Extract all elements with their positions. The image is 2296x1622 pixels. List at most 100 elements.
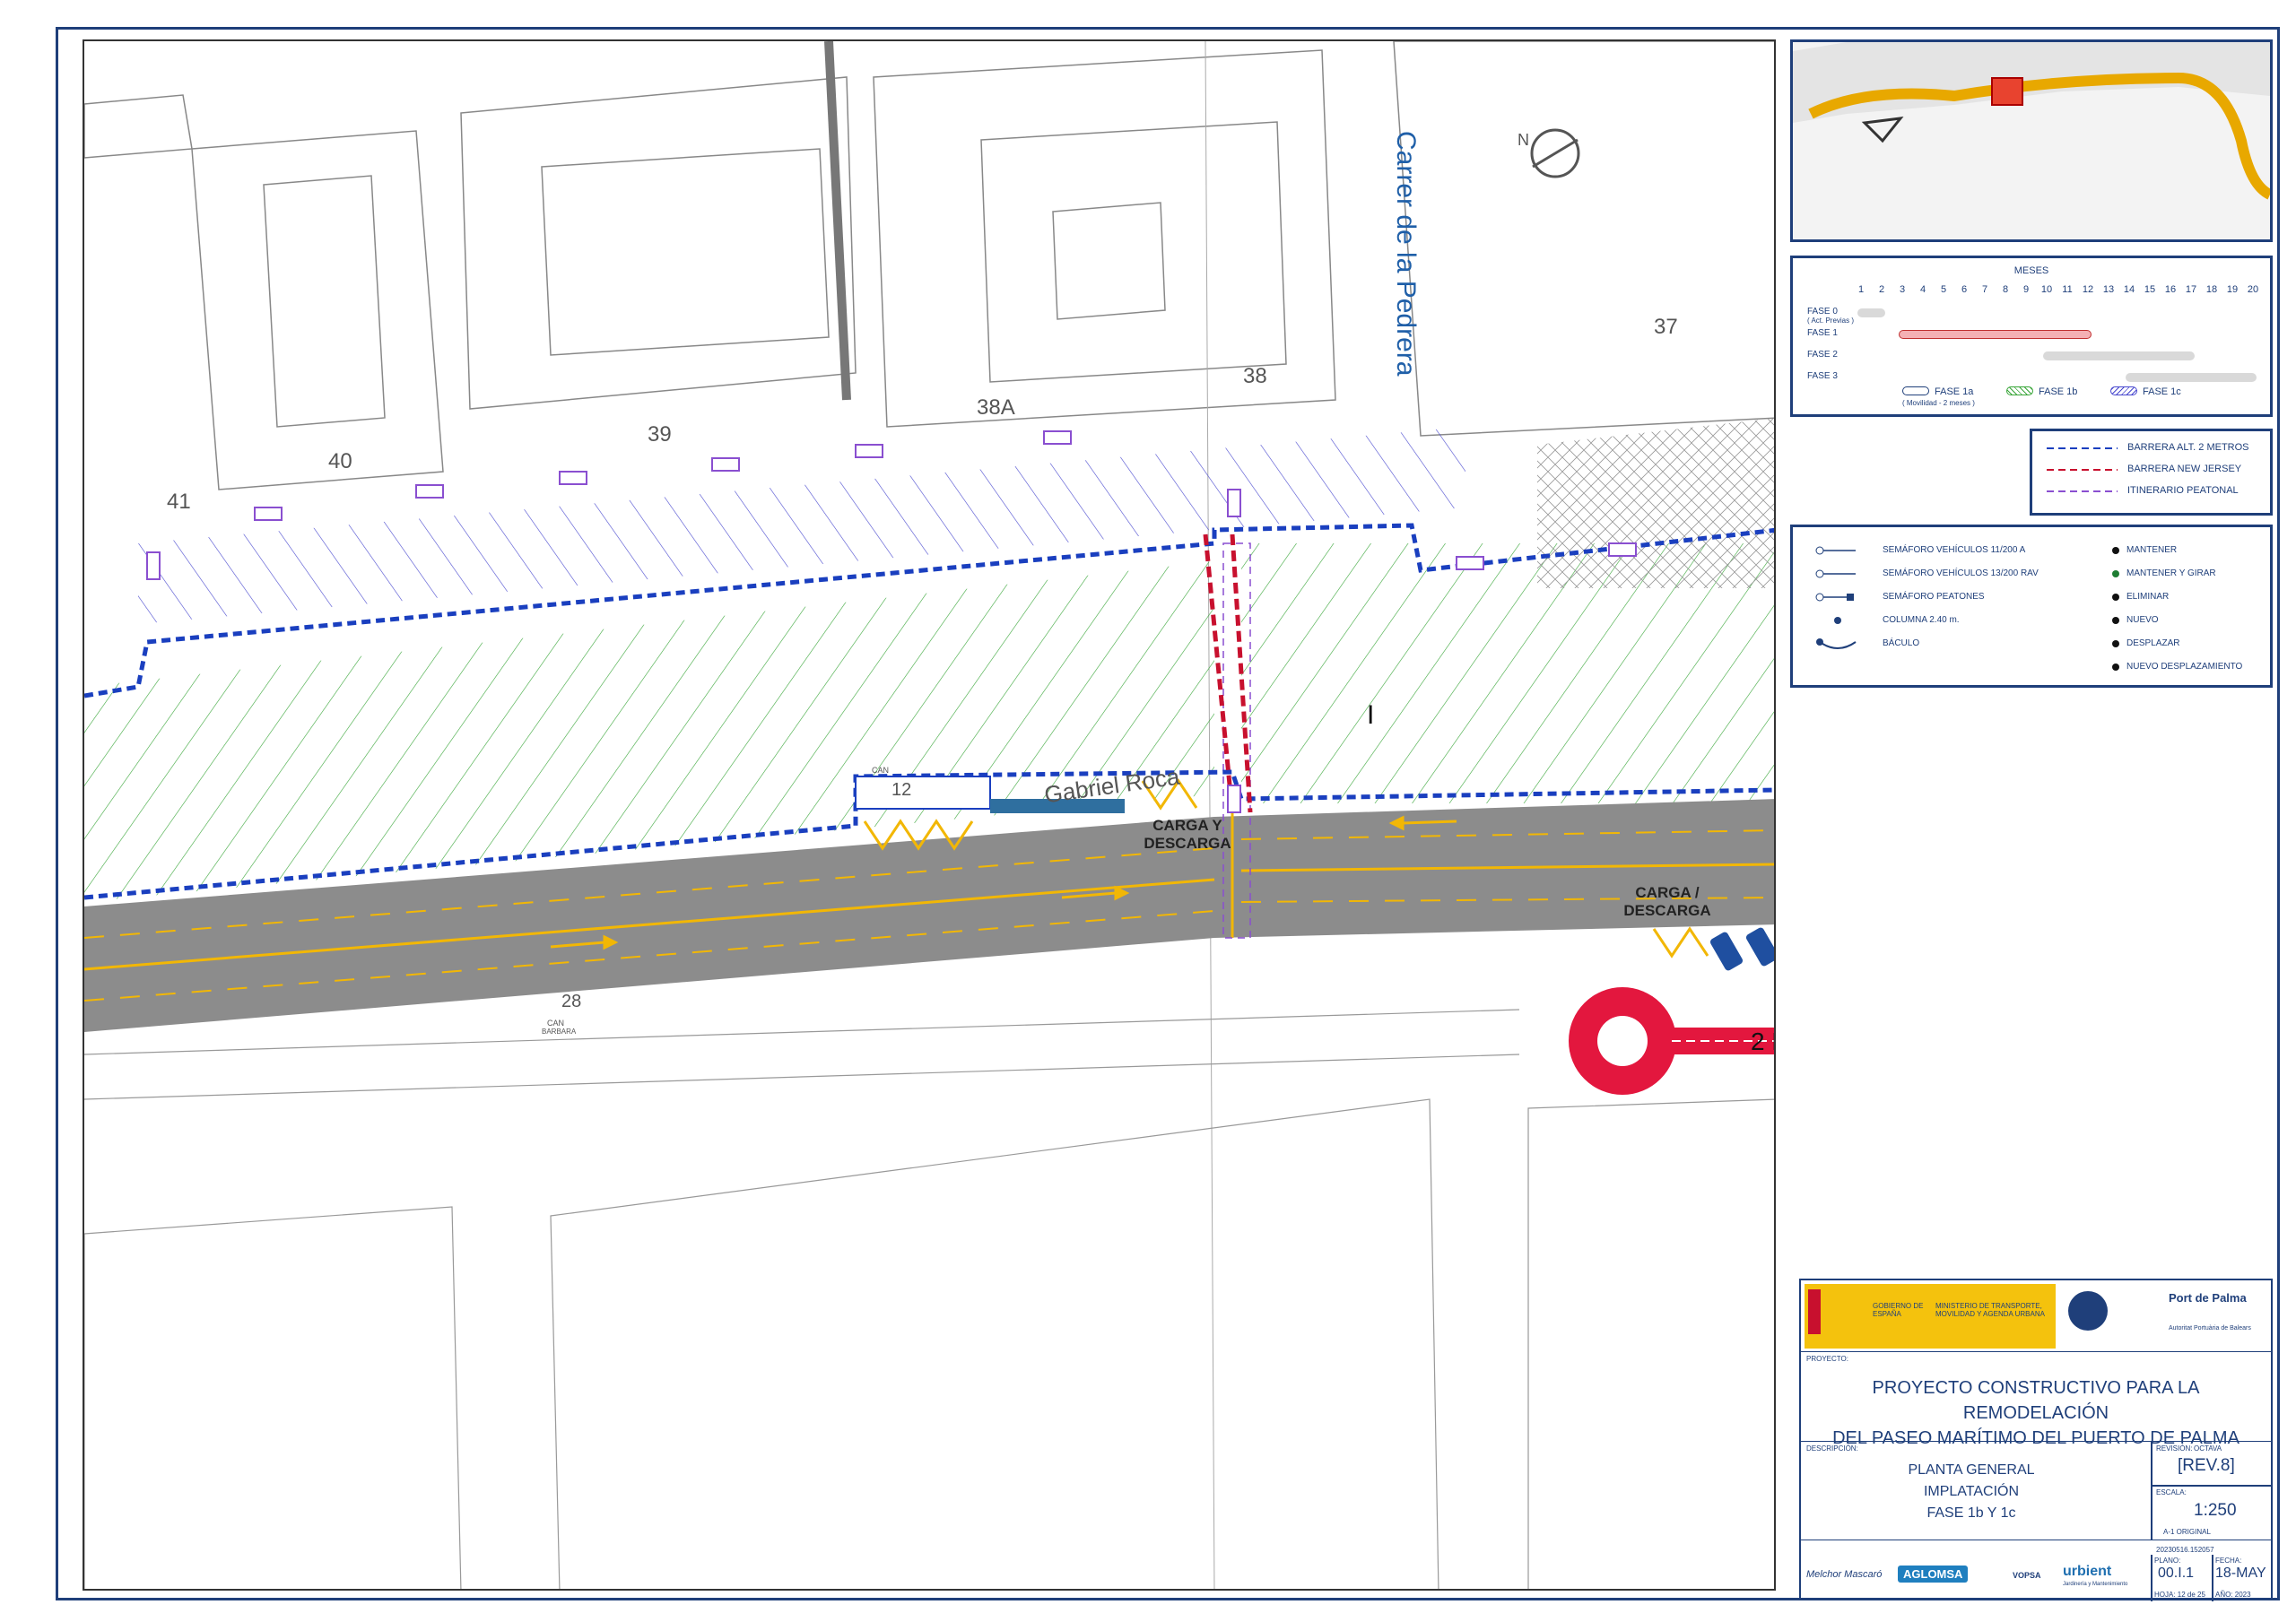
project-row: PROYECTO: PROYECTO CONSTRUCTIVO PARA LA … <box>1801 1352 2271 1448</box>
month-label: 7 <box>1981 284 1988 295</box>
revision-caption: REVISIÓN: <box>2156 1444 2193 1453</box>
logo-urbient-sub: Jardinería y Mantenimiento <box>2063 1582 2128 1587</box>
logo-melchor: Melchor Mascaró <box>1806 1569 1883 1580</box>
building-number: 37 <box>1654 315 1678 339</box>
description-line2: IMPLATACIÓN <box>1923 1484 2020 1499</box>
scale-note: A-1 ORIGINAL <box>2163 1528 2211 1536</box>
loading-zone-label: CARGA Y DESCARGA <box>1144 817 1231 852</box>
month-label: 5 <box>1940 284 1947 295</box>
legend-column: COLUMNA 2.40 m. <box>1883 615 1960 625</box>
status-label: NUEVO <box>2126 615 2159 625</box>
bus-stop-box <box>855 776 991 810</box>
month-label: 20 <box>2247 284 2259 295</box>
month-label: 2 <box>1878 284 1885 295</box>
status-label: NUEVO DESPLAZAMIENTO <box>2126 662 2243 672</box>
description-line1: PLANTA GENERAL <box>1908 1462 2035 1478</box>
status-label: ELIMINAR <box>2126 592 2170 602</box>
status-label: MANTENER Y GIRAR <box>2126 568 2216 578</box>
stop-number: 12 <box>891 780 912 800</box>
port-logo-text: Port de Palma <box>2169 1291 2247 1305</box>
anio-value: AÑO: 2023 <box>2215 1591 2251 1599</box>
month-label: 13 <box>2102 284 2115 295</box>
revision-value: [REV.8] <box>2178 1456 2235 1475</box>
gov-label: GOBIERNO DE ESPAÑA <box>1873 1302 1924 1318</box>
month-label: 19 <box>2226 284 2239 295</box>
site-plan[interactable]: Carrer de la Pedrera Gabriel Roca 41 40 … <box>83 39 1776 1591</box>
hoja-value: HOJA: 12 de 25 <box>2154 1591 2205 1599</box>
barbara-label: BARBARA <box>542 1028 577 1036</box>
symbol-mark: I <box>1367 700 1375 730</box>
legend-baculo: BÁCULO <box>1883 638 1920 648</box>
phase-bar <box>1857 308 1885 317</box>
loading-zone-label: CARGA / DESCARGA <box>1623 884 1711 919</box>
scale-value: 1:250 <box>2194 1501 2237 1520</box>
description-line3: FASE 1b Y 1c <box>1926 1505 2016 1521</box>
legend-signal-vehicles-a: SEMÁFORO VEHÍCULOS 11/200 A <box>1883 545 2026 555</box>
status-dot-icon <box>2112 640 2119 647</box>
street-label-pedrera: Carrer de la Pedrera <box>1391 131 1421 377</box>
legend-pedestrian-route: ITINERARIO PEATONAL <box>2127 485 2239 496</box>
car-icon <box>1745 927 1774 967</box>
month-label: 18 <box>2205 284 2218 295</box>
month-label: 17 <box>2185 284 2197 295</box>
port-sub-text: Autoritat Portuària de Balears <box>2169 1325 2251 1331</box>
phase-1a-swatch <box>1902 386 1929 395</box>
month-label: 1 <box>1857 284 1865 295</box>
phase-bar <box>1899 330 2092 339</box>
phase-label: FASE 1 <box>1807 328 1838 338</box>
project-title-line1: PROYECTO CONSTRUCTIVO PARA LA REMODELACI… <box>1872 1378 2200 1423</box>
month-label: 8 <box>2002 284 2009 295</box>
building-wall <box>824 41 851 401</box>
phase-1c-swatch <box>2110 386 2137 395</box>
building-number: 38A <box>977 395 1015 420</box>
plano-caption: PLANO: <box>2154 1557 2181 1565</box>
project-caption: PROYECTO: <box>1806 1355 1848 1363</box>
month-label: 12 <box>2082 284 2094 295</box>
legend-barrier-new-jersey: BARRERA NEW JERSEY <box>2127 464 2242 474</box>
phase-schedule: MESES 1 2 3 4 5 6 7 8 9 10 11 12 13 14 15 16 17 18 19 20 FA… <box>1790 256 2273 417</box>
status-dot-icon <box>2112 547 2119 554</box>
logo-urbient: urbient <box>2063 1564 2112 1579</box>
location-map-drawing <box>1793 42 2270 239</box>
phase-key-label: FASE 1a <box>1935 386 1974 397</box>
revision-word: OCTAVA <box>2194 1444 2222 1453</box>
phase-label: FASE 0 <box>1807 307 1838 317</box>
can-label: CAN <box>547 1019 565 1028</box>
car-icon <box>1709 932 1744 971</box>
legend-signal-icons <box>1815 546 1857 649</box>
symbol-legend: SEMÁFORO VEHÍCULOS 11/200 A SEMÁFORO VEH… <box>1790 525 2273 688</box>
fecha-caption: FECHA: <box>2215 1557 2242 1565</box>
north-label: N <box>1518 131 1529 149</box>
location-map <box>1790 39 2273 242</box>
crosshatch-area <box>1537 418 1774 588</box>
month-label: 16 <box>2164 284 2177 295</box>
month-label: 10 <box>2040 284 2053 295</box>
building-number: 41 <box>167 490 191 514</box>
month-label: 11 <box>2062 284 2073 295</box>
scale-caption: ESCALA: <box>2156 1488 2187 1496</box>
phase-1b-swatch <box>2006 386 2033 395</box>
description-text: PLANTA GENERAL IMPLATACIÓN FASE 1b Y 1c <box>1801 1460 2142 1524</box>
phase-key-label: FASE 1b <box>2039 386 2078 397</box>
building-number: 40 <box>328 449 352 473</box>
phase-sub-label: ( Act. Previas ) <box>1807 317 1855 325</box>
month-label: 6 <box>1961 284 1968 295</box>
phase-label: FASE 3 <box>1807 371 1838 381</box>
current-sheet-marker <box>1991 77 2023 106</box>
stop-number: 28 <box>561 992 582 1011</box>
building-number: 39 <box>648 422 672 447</box>
phase-key-label: FASE 1c <box>2143 386 2181 397</box>
grid-line <box>1205 41 1215 1589</box>
phase-bar <box>2126 373 2257 382</box>
schedule-title: MESES <box>2013 265 2049 276</box>
ministry-label: MINISTERIO DE TRANSPORTE, MOVILIDAD Y AG… <box>1935 1302 2045 1318</box>
phase-key-sub: ( Movilidad - 2 meses ) <box>1902 399 1975 407</box>
plano-value: 00.I.1 <box>2158 1566 2195 1581</box>
month-label: 4 <box>1919 284 1926 295</box>
month-label: 15 <box>2144 284 2156 295</box>
status-dot-icon <box>2112 664 2119 671</box>
footer-row: Melchor Mascaró AGLOMSA VOPSA urbient Ja… <box>1801 1555 2271 1601</box>
phase-label: FASE 2 <box>1807 350 1838 360</box>
parking-label: 2 Plazas P <box>1751 1028 1774 1055</box>
title-block: GOBIERNO DE ESPAÑA MINISTERIO DE TRANSPO… <box>1799 1279 2273 1601</box>
